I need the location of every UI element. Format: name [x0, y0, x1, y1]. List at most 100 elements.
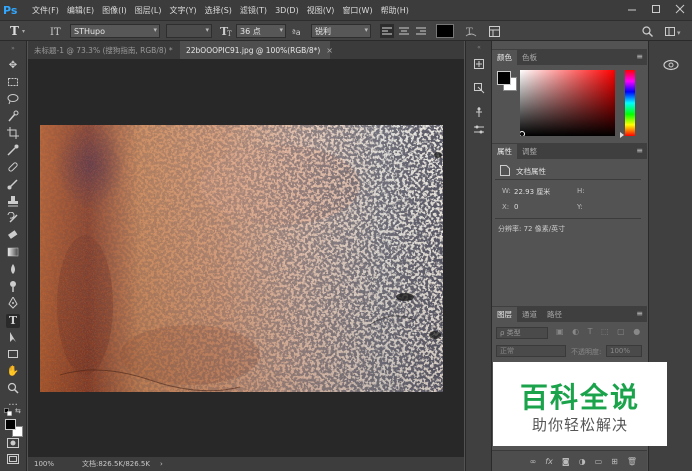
tab-swatches[interactable]: 色板 [517, 50, 542, 65]
watermark-title: 百科全说 [519, 381, 640, 414]
status-menu-arrow[interactable]: › [160, 460, 163, 468]
eyedropper-icon[interactable] [6, 144, 20, 158]
layer-filter-icons[interactable]: ▣ ◐ T ⬚ ▢ ● [556, 327, 644, 339]
character-panel-icon[interactable] [487, 24, 501, 38]
panel-menu-icon[interactable]: ≡ [636, 146, 643, 155]
pen-icon[interactable] [6, 295, 20, 311]
quick-select-icon[interactable] [6, 110, 20, 124]
menu-window[interactable]: 窗口(W) [342, 5, 372, 16]
link-icon[interactable]: ∞ [530, 457, 537, 466]
blur-icon[interactable] [6, 263, 20, 277]
menu-help[interactable]: 帮助(H) [381, 5, 409, 16]
text-orientation-icon[interactable]: IT [49, 24, 63, 38]
screen-mode-icon[interactable] [6, 454, 20, 468]
brush-icon[interactable] [6, 178, 20, 192]
opacity-label: 不透明度: [571, 348, 602, 356]
panel-menu-icon[interactable]: ≡ [636, 309, 643, 318]
collapse-icon[interactable]: « [472, 45, 486, 51]
zoom-icon[interactable] [6, 382, 20, 396]
rusty-texture-image[interactable] [40, 125, 443, 392]
delete-icon[interactable]: 🗑 [627, 457, 637, 466]
document-icon [500, 165, 510, 176]
lasso-icon[interactable] [6, 93, 20, 107]
menu-file[interactable]: 文件(F) [32, 5, 59, 16]
rectangle-icon[interactable] [6, 348, 20, 362]
menu-3d[interactable]: 3D(D) [275, 6, 299, 15]
color-foreground-swatch[interactable] [497, 71, 511, 85]
close-icon[interactable]: × [326, 46, 333, 55]
font-family-value: STHupo [74, 26, 106, 36]
close-icon[interactable] [672, 2, 688, 16]
align-left-icon[interactable] [380, 24, 394, 38]
type-icon[interactable]: T [6, 314, 20, 328]
gradient-icon[interactable] [6, 246, 20, 260]
search-icon[interactable] [640, 24, 654, 38]
brush-settings-icon[interactable] [472, 106, 486, 120]
quick-mask-icon[interactable] [6, 438, 20, 452]
width-value[interactable]: 22.93 厘米 [514, 187, 550, 197]
menu-layer[interactable]: 图层(L) [135, 5, 162, 16]
text-color-swatch[interactable] [436, 24, 454, 38]
font-size-select[interactable]: 36 点 ▾ [236, 24, 286, 38]
tab-adjustments[interactable]: 调整 [517, 144, 542, 159]
layer-filter-select[interactable]: ρ 类型 [496, 327, 548, 339]
menu-view[interactable]: 视图(V) [307, 5, 335, 16]
default-colors-icon[interactable] [4, 408, 12, 416]
mask-icon[interactable]: ◙ [562, 457, 570, 466]
menu-edit[interactable]: 编辑(E) [67, 5, 94, 16]
anti-alias-select[interactable]: 锐利 ▾ [311, 24, 371, 38]
menu-type[interactable]: 文字(Y) [169, 5, 196, 16]
actions-panel-icon[interactable] [472, 82, 486, 96]
zoom-level[interactable]: 100% [34, 460, 74, 468]
color-field[interactable] [519, 70, 615, 137]
font-family-select[interactable]: STHupo ▾ [70, 24, 160, 38]
tab-paths[interactable]: 路径 [542, 307, 567, 322]
tab-untitled[interactable]: 未标题-1 @ 73.3% (搜狗指南, RGB/8) * × [28, 41, 185, 59]
menu-image[interactable]: 图像(I) [102, 5, 127, 16]
menu-select[interactable]: 选择(S) [205, 5, 232, 16]
group-icon[interactable]: ▭ [595, 457, 603, 466]
fx-icon[interactable]: fx [545, 457, 553, 466]
tab-channels[interactable]: 通道 [517, 307, 542, 322]
panel-menu-icon[interactable]: ≡ [636, 52, 643, 61]
align-right-icon[interactable] [414, 24, 428, 38]
foreground-color-swatch[interactable] [5, 419, 16, 430]
blend-mode-select[interactable]: 正常 [496, 345, 566, 357]
tab-current-image[interactable]: 22bOOOPIC91.jpg @ 100%(RGB/8*) × [180, 41, 333, 59]
photoshop-logo: Ps [3, 3, 18, 17]
font-style-select[interactable]: ▾ [166, 24, 212, 38]
stamp-icon[interactable] [6, 195, 20, 209]
cloud-libraries-icon[interactable] [663, 59, 679, 71]
marquee-icon[interactable] [6, 76, 20, 90]
new-layer-icon[interactable]: ⊞ [611, 457, 618, 466]
swap-colors-icon[interactable]: ⇆ [15, 407, 23, 415]
tab-layers[interactable]: 图层 [492, 307, 517, 322]
history-panel-icon[interactable] [472, 58, 486, 72]
minimize-icon[interactable] [624, 2, 640, 16]
path-select-icon[interactable] [6, 331, 20, 345]
canvas-area[interactable] [28, 59, 464, 457]
opacity-field[interactable]: 100% [606, 345, 642, 357]
x-value[interactable]: 0 [514, 203, 518, 211]
history-brush-icon[interactable] [6, 211, 20, 226]
watermark-subtitle: 助你轻松解决 [531, 416, 628, 434]
collapse-icon[interactable]: » [6, 46, 20, 52]
warp-text-icon[interactable]: T [464, 24, 478, 38]
hue-slider[interactable] [625, 70, 635, 136]
tab-color[interactable]: 颜色 [492, 50, 517, 65]
dodge-icon[interactable] [6, 280, 20, 294]
tab-properties[interactable]: 属性 [492, 144, 517, 159]
healing-icon[interactable] [6, 161, 20, 175]
workspace-icon[interactable]: ▾ [663, 24, 687, 38]
text-tool-icon[interactable]: T ▾ [10, 24, 36, 38]
eraser-icon[interactable] [6, 229, 20, 243]
adjustment-icon[interactable]: ◑ [579, 457, 586, 466]
hand-icon[interactable]: ✋ [6, 365, 20, 379]
align-center-icon[interactable] [397, 24, 411, 38]
menu-filter[interactable]: 滤镜(T) [240, 5, 267, 16]
maximize-icon[interactable] [648, 2, 664, 16]
hue-slider-handle[interactable] [620, 132, 624, 138]
adjustments-icon[interactable] [472, 124, 486, 138]
move-icon[interactable]: ✥ [6, 59, 20, 73]
crop-icon[interactable] [6, 127, 20, 141]
